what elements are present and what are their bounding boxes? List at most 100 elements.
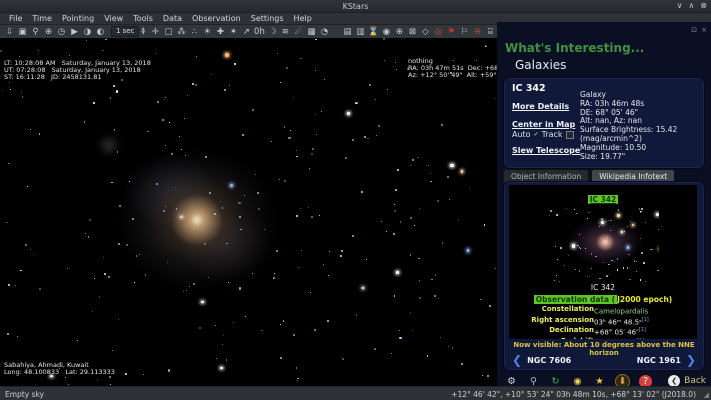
- time-step-spinner[interactable]: ▲ ▼: [141, 28, 144, 35]
- grid-icon[interactable]: ▦: [305, 26, 318, 38]
- dock-config-icon[interactable]: ⌸: [484, 26, 497, 38]
- wiki-image-caption: IC 342: [509, 283, 697, 292]
- more-details-link[interactable]: More Details: [512, 102, 569, 111]
- focus-info-overlay: nothingRA: 03h 47m 51s Dec: +68° 08' 13"…: [408, 38, 497, 79]
- menu-item-settings[interactable]: Settings: [246, 14, 289, 23]
- prev-object-label[interactable]: NGC 7606: [527, 356, 571, 365]
- indi-panel-icon[interactable]: ⌛: [367, 26, 380, 38]
- object-nav-row: ❮ NGC 7606 NGC 1961 ❯: [512, 353, 696, 367]
- fov-symbol-icon[interactable]: ▢: [162, 26, 175, 38]
- wiki-galaxy-image: [547, 208, 659, 282]
- object-name: IC 342: [512, 83, 546, 94]
- menu-item-observation[interactable]: Observation: [187, 14, 246, 23]
- check-icon: ✔: [534, 131, 539, 138]
- wiki-data-table: Constellation Camelopardalis Right ascen…: [512, 305, 694, 339]
- table-row: Right ascension 03ʰ 46ᵐ 48.5ˢ[1]: [512, 316, 694, 327]
- devices-icon[interactable]: ▤: [341, 26, 354, 38]
- auto-label: Auto: [512, 130, 531, 139]
- solar-system-toggle-icon[interactable]: ☀: [201, 26, 214, 38]
- remove-red-icon[interactable]: ⊖: [471, 26, 484, 38]
- next-object-label[interactable]: NGC 1961: [637, 356, 681, 365]
- observation-data-header: Observation data (J2000 epoch): [509, 292, 697, 305]
- open-image-icon[interactable]: ▣: [16, 26, 29, 38]
- find-object-icon[interactable]: ⚲: [29, 26, 42, 38]
- menu-item-tools[interactable]: Tools: [128, 14, 158, 23]
- faint-nebulosity: [96, 134, 122, 156]
- step-forward-icon[interactable]: ◐: [94, 26, 107, 38]
- track-label: Track: [542, 130, 563, 139]
- menu-item-help[interactable]: Help: [289, 14, 317, 23]
- wikipedia-view[interactable]: IC 342 IC 342 Observation data (J2000 ep…: [509, 185, 697, 339]
- menu-item-view[interactable]: View: [99, 14, 128, 23]
- milky-way-icon[interactable]: ≋: [279, 26, 292, 38]
- status-coordinates: +12° 46' 42", +10° 53' 24" 03h 48m 10s, …: [451, 390, 706, 399]
- pointing-crosshair-icon[interactable]: ✛: [149, 26, 162, 38]
- white-flag-icon[interactable]: ⚐: [458, 26, 471, 38]
- whats-interesting-panel: ⊡ × What's Interesting... Galaxies IC 34…: [497, 22, 711, 386]
- sky-map[interactable]: LT: 10:28:08 AM Saturday, January 13, 20…: [0, 38, 497, 386]
- equatorial-grid-icon[interactable]: 0h: [253, 26, 266, 38]
- time-step-control[interactable]: 1 sec ▲ ▼: [111, 26, 145, 37]
- time-info-line: ST: 16:11:28 JD: 2458131.81: [4, 74, 151, 81]
- supernovae-icon[interactable]: ↗: [240, 26, 253, 38]
- spin-down-icon[interactable]: ▼: [141, 32, 144, 36]
- window-close-button[interactable]: ⊗: [700, 1, 707, 11]
- dock-float-button[interactable]: ⊡: [691, 26, 697, 34]
- focus-info-line: Az: +12° 50' 49" Alt: +59° 50' 14": [408, 72, 497, 79]
- set-time-icon[interactable]: ◷: [55, 26, 68, 38]
- table-row: Declination +68° 05′ 46″[1]: [512, 326, 694, 337]
- red-flag-icon[interactable]: ⚑: [445, 26, 458, 38]
- center-target-icon[interactable]: ⊕: [393, 26, 406, 38]
- track-checkbox[interactable]: [566, 131, 574, 139]
- chevron-left-icon[interactable]: ❮: [512, 354, 522, 366]
- prev-object-button[interactable]: ❮ NGC 7606: [512, 354, 571, 366]
- lock-icon[interactable]: ⊠: [406, 26, 419, 38]
- center-in-map-link[interactable]: Center in Map: [512, 120, 575, 129]
- panel-title: What's Interesting...: [505, 41, 644, 55]
- constellation-names-icon[interactable]: ✶: [227, 26, 240, 38]
- next-object-button[interactable]: NGC 1961 ❯: [637, 354, 696, 366]
- object-info-line: Size: 19.77": [580, 153, 677, 162]
- chevron-right-icon[interactable]: ❯: [686, 354, 696, 366]
- auto-track-row: Auto ✔ Track: [512, 130, 574, 139]
- menu-item-file[interactable]: File: [4, 14, 27, 23]
- galaxy-ic342-render[interactable]: [92, 120, 302, 320]
- toggle-clock-icon[interactable]: ▶: [68, 26, 81, 38]
- location-info-overlay: Sabahiya, Ahmadi, KuwaitLong: 48.100833 …: [4, 342, 115, 376]
- object-summary-card: IC 342 More Details Center in Map Auto ✔…: [503, 77, 705, 169]
- geographic-location-icon[interactable]: ⊕: [42, 26, 55, 38]
- category-title: Galaxies: [515, 58, 566, 72]
- constellation-lines-icon[interactable]: ✚: [214, 26, 227, 38]
- window-minimize-button[interactable]: ∨: [677, 1, 683, 11]
- download-data-icon[interactable]: ⇩: [3, 26, 16, 38]
- rotate-icon[interactable]: ◇: [419, 26, 432, 38]
- horizon-icon[interactable]: ☽: [266, 26, 279, 38]
- deep-sky-toggle-icon[interactable]: ∴: [188, 26, 201, 38]
- status-bar: Empty sky +12° 46' 42", +10° 53' 24" 03h…: [0, 386, 711, 400]
- wiki-object-link[interactable]: IC 342: [588, 195, 619, 204]
- menu-item-time[interactable]: Time: [27, 14, 57, 23]
- table-row: Constellation Camelopardalis: [512, 305, 694, 316]
- slew-telescope-link[interactable]: Slew Telescope: [512, 146, 580, 155]
- back-label[interactable]: Back: [684, 376, 706, 386]
- stars-toggle-icon[interactable]: ⁂: [175, 26, 188, 38]
- window-title: KStars: [343, 2, 369, 11]
- ekos-icon[interactable]: ▥: [354, 26, 367, 38]
- wikipedia-card: IC 342 IC 342 Observation data (J2000 ep…: [503, 181, 705, 371]
- time-step-input[interactable]: 1 sec: [111, 26, 139, 37]
- target-red-icon[interactable]: ◎: [432, 26, 445, 38]
- location-info-line: Long: 48.100833 Lat: 29.113333: [4, 369, 115, 376]
- object-info-list: GalaxyRA: 03h 46m 48sDE: 68° 05' 46"Alt:…: [580, 91, 677, 161]
- resize-grip[interactable]: ◢: [704, 391, 709, 399]
- table-row: Redshift 31 ± 3 km/s[1]: [512, 337, 694, 339]
- view-eye-icon[interactable]: ◉: [380, 26, 393, 38]
- dock-close-button[interactable]: ×: [701, 26, 707, 34]
- menu-item-data[interactable]: Data: [158, 14, 187, 23]
- window-maximize-button[interactable]: ∧: [688, 1, 694, 11]
- comet-icon[interactable]: ☄: [292, 26, 305, 38]
- main-toolbar: ⇩▣⚲⊕◷▶◑◐ 1 sec ▲ ▼ ✛▢⁂∴☀✚✶↗0h☽≋☄▦◔ ▤▥⌛◉⊕…: [0, 25, 500, 38]
- step-backward-icon[interactable]: ◑: [81, 26, 94, 38]
- moon-phase-icon[interactable]: ◔: [318, 26, 331, 38]
- menu-item-pointing[interactable]: Pointing: [57, 14, 99, 23]
- status-left: Empty sky: [5, 390, 44, 399]
